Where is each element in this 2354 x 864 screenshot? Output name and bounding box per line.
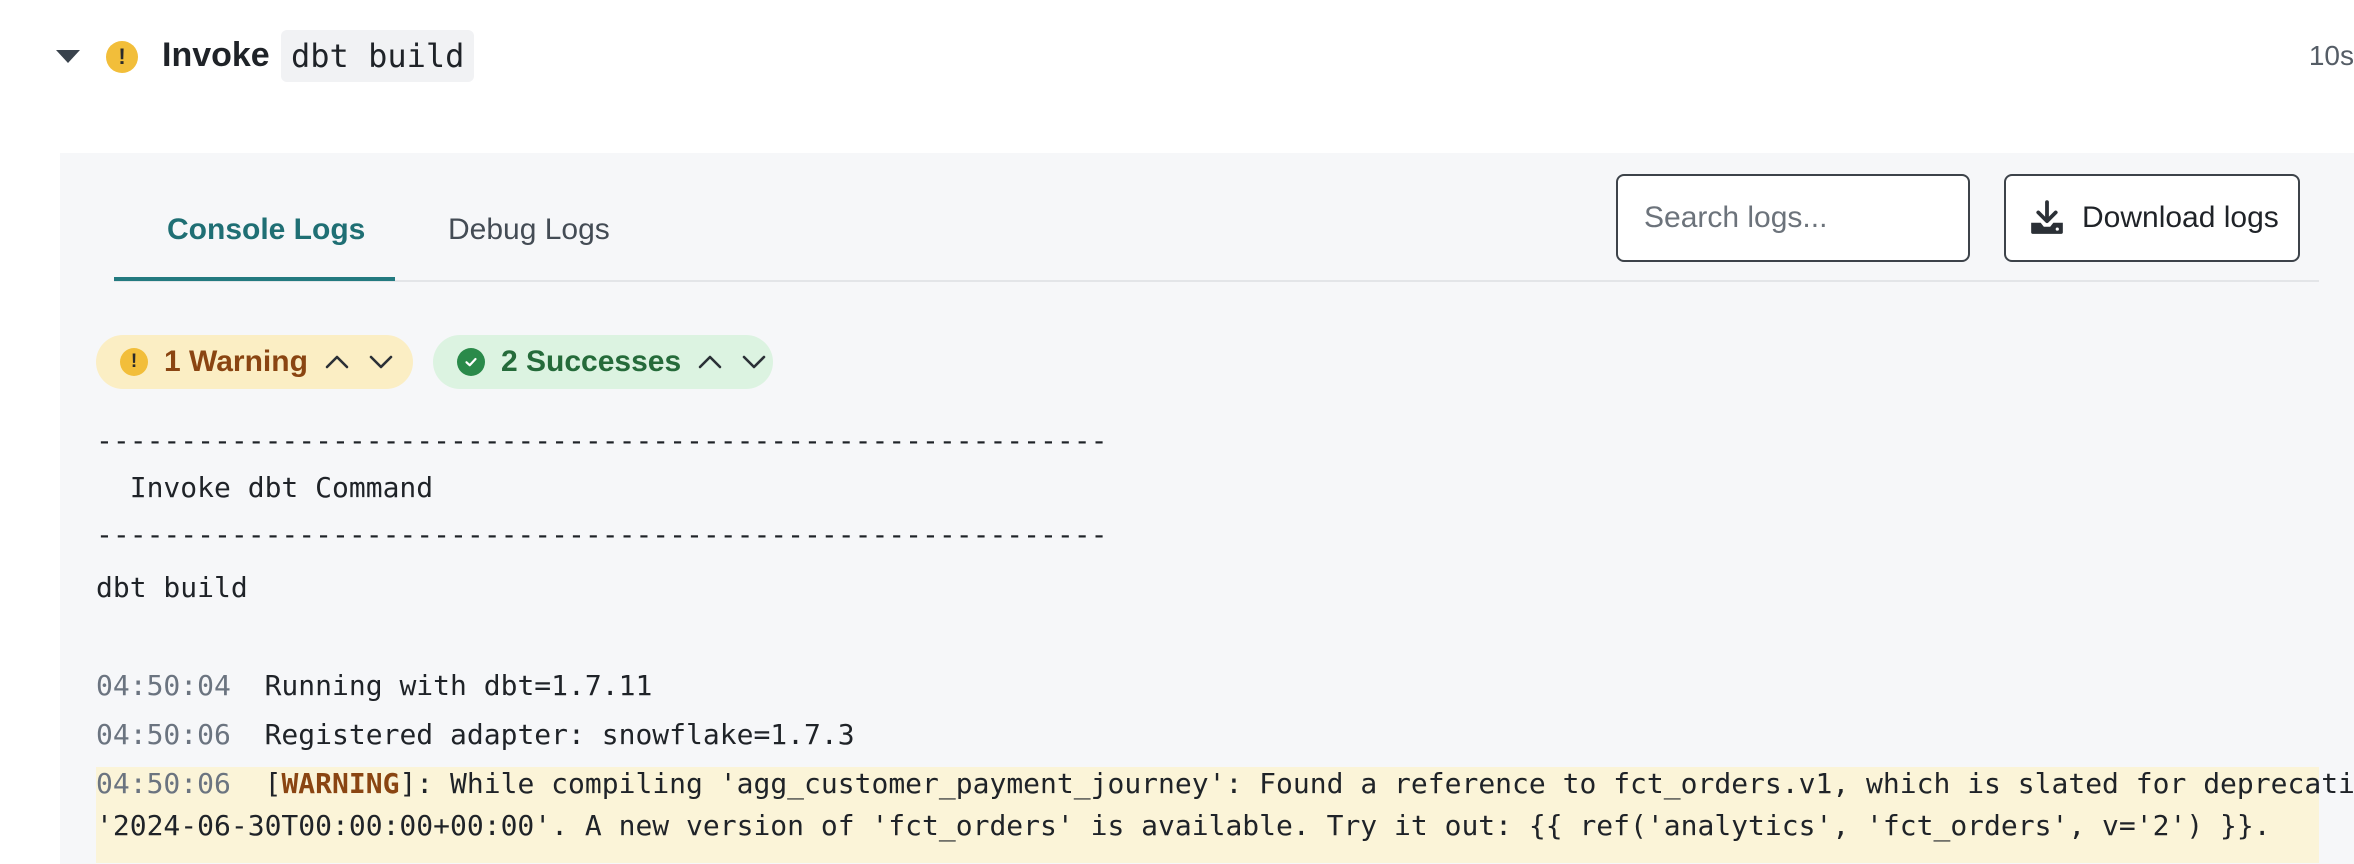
success-next-button[interactable]	[739, 347, 769, 377]
log-separator-top: ----------------------------------------…	[96, 424, 1108, 457]
log-warning-row-2: '2024-06-30T00:00:00+00:00'. A new versi…	[96, 809, 2271, 842]
log-timestamp: 04:50:06	[96, 767, 231, 800]
step-command: dbt build	[281, 30, 475, 82]
log-panel: Console Logs Debug Logs Download logs ! …	[60, 153, 2354, 864]
log-tabs: Console Logs Debug Logs	[114, 153, 2319, 282]
warning-prev-button[interactable]	[322, 347, 352, 377]
warning-tag: WARNING	[281, 767, 400, 800]
warning-next-button[interactable]	[366, 347, 396, 377]
log-message: Running with dbt=1.7.11	[264, 669, 653, 702]
check-circle-icon	[457, 348, 485, 376]
warning-status-icon: !	[106, 41, 138, 73]
tab-console-logs[interactable]: Console Logs	[167, 213, 365, 247]
search-logs-input[interactable]	[1616, 174, 1970, 262]
log-heading: Invoke dbt Command	[96, 471, 434, 504]
success-prev-button[interactable]	[695, 347, 725, 377]
step-header[interactable]: ! Invoke dbt build 10s	[0, 0, 2354, 115]
log-command: dbt build	[96, 571, 248, 604]
collapse-caret-icon[interactable]	[56, 50, 80, 63]
log-line: 04:50:04 Running with dbt=1.7.11	[96, 669, 652, 702]
step-title: Invoke	[162, 36, 270, 74]
download-icon	[2031, 200, 2063, 234]
chevron-up-icon	[325, 355, 349, 369]
success-filter-pill[interactable]: 2 Successes	[433, 335, 773, 389]
log-separator-bottom: ----------------------------------------…	[96, 518, 1108, 551]
log-line: 04:50:06 Registered adapter: snowflake=1…	[96, 718, 855, 751]
active-tab-indicator	[114, 277, 395, 281]
success-count-label: 2 Successes	[501, 345, 682, 378]
download-logs-button[interactable]: Download logs	[2004, 174, 2300, 262]
warning-filter-pill[interactable]: ! 1 Warning	[96, 335, 413, 389]
tab-debug-logs[interactable]: Debug Logs	[448, 213, 610, 247]
log-message: Registered adapter: snowflake=1.7.3	[264, 718, 855, 751]
log-warning-line: 04:50:06 [WARNING]: While compiling 'agg…	[96, 767, 2354, 863]
log-timestamp: 04:50:04	[96, 669, 231, 702]
log-warning-row-1: 04:50:06 [WARNING]: While compiling 'agg…	[96, 767, 2354, 800]
chevron-down-icon	[369, 355, 393, 369]
step-duration: 10s	[2308, 40, 2354, 71]
chevron-up-icon	[698, 355, 722, 369]
log-timestamp: 04:50:06	[96, 718, 231, 751]
chevron-down-icon	[742, 355, 766, 369]
warning-icon: !	[120, 348, 148, 376]
warning-count-label: 1 Warning	[164, 345, 308, 378]
log-warning-message: ]: While compiling 'agg_customer_payment…	[399, 767, 2354, 800]
warning-bracket: [	[264, 767, 282, 800]
download-logs-label: Download logs	[2082, 201, 2279, 234]
